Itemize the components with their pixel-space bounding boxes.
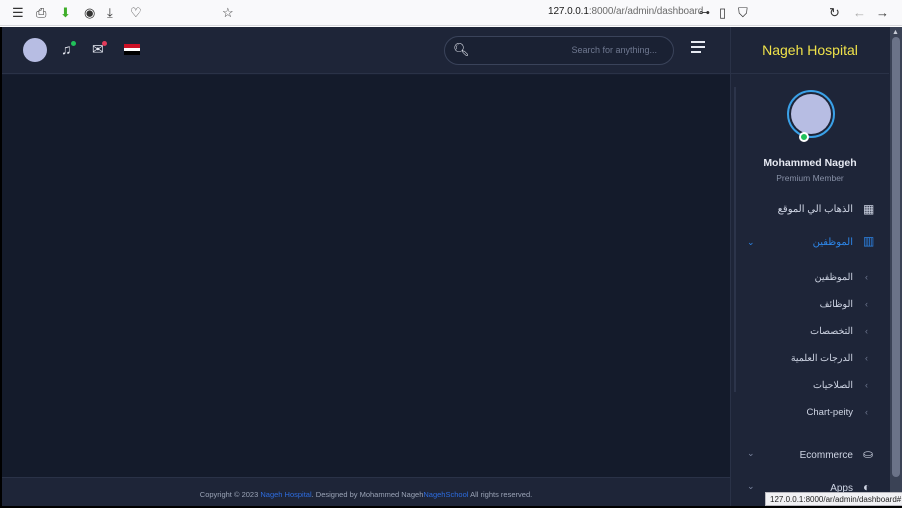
- footer-rights: All rights reserved.: [468, 490, 533, 499]
- bell-icon[interactable]: ♫: [61, 41, 72, 57]
- account-icon[interactable]: ◉: [84, 5, 95, 21]
- sidebar-item-website[interactable]: الذهاب الي الموقع: [778, 204, 853, 215]
- back-icon[interactable]: ←: [853, 5, 866, 21]
- top-header: ♫ ✉ 🔍︎ Search for anything...: [2, 27, 730, 74]
- sidebar: Nageh Hospital Mohammed Nageh Premium Me…: [730, 27, 890, 506]
- download-icon[interactable]: ⤓: [107, 5, 113, 21]
- address-bar[interactable]: 127.0.0.1:8000/ar/admin/dashboard: [548, 6, 703, 17]
- search-box[interactable]: 🔍︎ Search for anything...: [444, 36, 674, 65]
- flag-stripe-black: [124, 51, 140, 55]
- sidebar-subitem-permissions[interactable]: الصلاحيات: [813, 380, 853, 391]
- menu-icon[interactable]: ☰: [12, 5, 24, 21]
- chevron-down-icon[interactable]: ⌄: [747, 448, 755, 459]
- avatar[interactable]: [23, 38, 47, 62]
- link-preview-status: 127.0.0.1:8000/ar/admin/dashboard#: [765, 492, 902, 506]
- page-icon[interactable]: ▯: [719, 5, 726, 21]
- chevron-down-icon[interactable]: ⌄: [747, 481, 755, 492]
- sidebar-item-ecommerce[interactable]: Ecommerce: [800, 450, 853, 461]
- key-icon[interactable]: ⊶: [699, 5, 710, 21]
- profile-name: Mohammed Nageh: [763, 157, 857, 169]
- profile-avatar[interactable]: [787, 90, 835, 138]
- browser-toolbar: ☰ ⎙ ⬇ ◉ ⤓ ♡ ☆ 127.0.0.1:8000/ar/admin/da…: [0, 0, 902, 26]
- footer-brand-link[interactable]: Nageh Hospital: [260, 490, 311, 499]
- sidebar-subitem-employees[interactable]: الموظفين: [815, 272, 853, 283]
- footer-copyright: Copyright © 2023: [199, 490, 261, 499]
- menu-line: [691, 46, 705, 48]
- footer-designed-by: . Designed by Mohammed Nageh: [311, 490, 424, 499]
- menu-toggle-button[interactable]: [691, 41, 705, 56]
- chevron-left-icon: ‹: [865, 353, 868, 363]
- notification-dot: [71, 41, 76, 46]
- download-arrow-icon[interactable]: ⬇: [60, 5, 71, 21]
- sidebar-subitem-degrees[interactable]: الدرجات العلمية: [791, 353, 853, 364]
- sidebar-subitem-specialties[interactable]: التخصصات: [810, 326, 853, 337]
- chart-icon: ▥: [863, 234, 875, 248]
- pocket-icon[interactable]: ♡: [130, 5, 142, 21]
- reload-icon[interactable]: ↻: [829, 5, 840, 21]
- profile-role: Premium Member: [776, 173, 844, 183]
- sidebar-subitem-jobs[interactable]: الوظائف: [820, 299, 853, 310]
- language-flag[interactable]: [124, 44, 140, 55]
- admin-app: ♫ ✉ 🔍︎ Search for anything... Copyright …: [0, 27, 902, 508]
- chevron-left-icon: ‹: [865, 326, 868, 336]
- chevron-left-icon: ‹: [865, 272, 868, 282]
- dashboard-grid-icon: ▦: [863, 202, 875, 216]
- menu-line: [691, 51, 701, 53]
- footer-school-link[interactable]: NagehSchool: [423, 490, 468, 499]
- sidebar-item-employees[interactable]: الموظفين: [813, 237, 853, 248]
- search-icon: 🔍︎: [453, 42, 470, 57]
- chevron-left-icon: ‹: [865, 380, 868, 390]
- chevron-left-icon: ‹: [865, 299, 868, 309]
- online-status-dot: [799, 132, 809, 142]
- extensions-icon[interactable]: ⎙: [36, 5, 46, 21]
- sidebar-subitem-chart-peity[interactable]: Chart-peity: [807, 407, 853, 418]
- footer: Copyright © 2023 Nageh Hospital. Designe…: [2, 477, 730, 506]
- scrollbar-thumb[interactable]: [892, 37, 900, 477]
- forward-icon[interactable]: →: [876, 5, 889, 21]
- mail-dot: [102, 41, 107, 46]
- chevron-down-icon[interactable]: ⌄: [747, 237, 755, 248]
- sidebar-scrollbar[interactable]: ▲: [890, 27, 902, 506]
- chevron-left-icon: ‹: [865, 407, 868, 417]
- bookmark-star-icon[interactable]: ☆: [222, 5, 234, 21]
- sidebar-divider: [734, 87, 736, 392]
- basket-icon: ⛀: [863, 447, 874, 461]
- main-content: [2, 75, 730, 477]
- url-host: 127.0.0.1: [548, 6, 589, 17]
- menu-line: [691, 41, 705, 43]
- scroll-up-icon[interactable]: ▲: [892, 29, 899, 36]
- url-path: :8000/ar/admin/dashboard: [588, 6, 704, 17]
- search-input[interactable]: Search for anything...: [571, 45, 657, 55]
- brand-title[interactable]: Nageh Hospital: [731, 27, 889, 74]
- shield-icon[interactable]: ⛉: [738, 5, 748, 21]
